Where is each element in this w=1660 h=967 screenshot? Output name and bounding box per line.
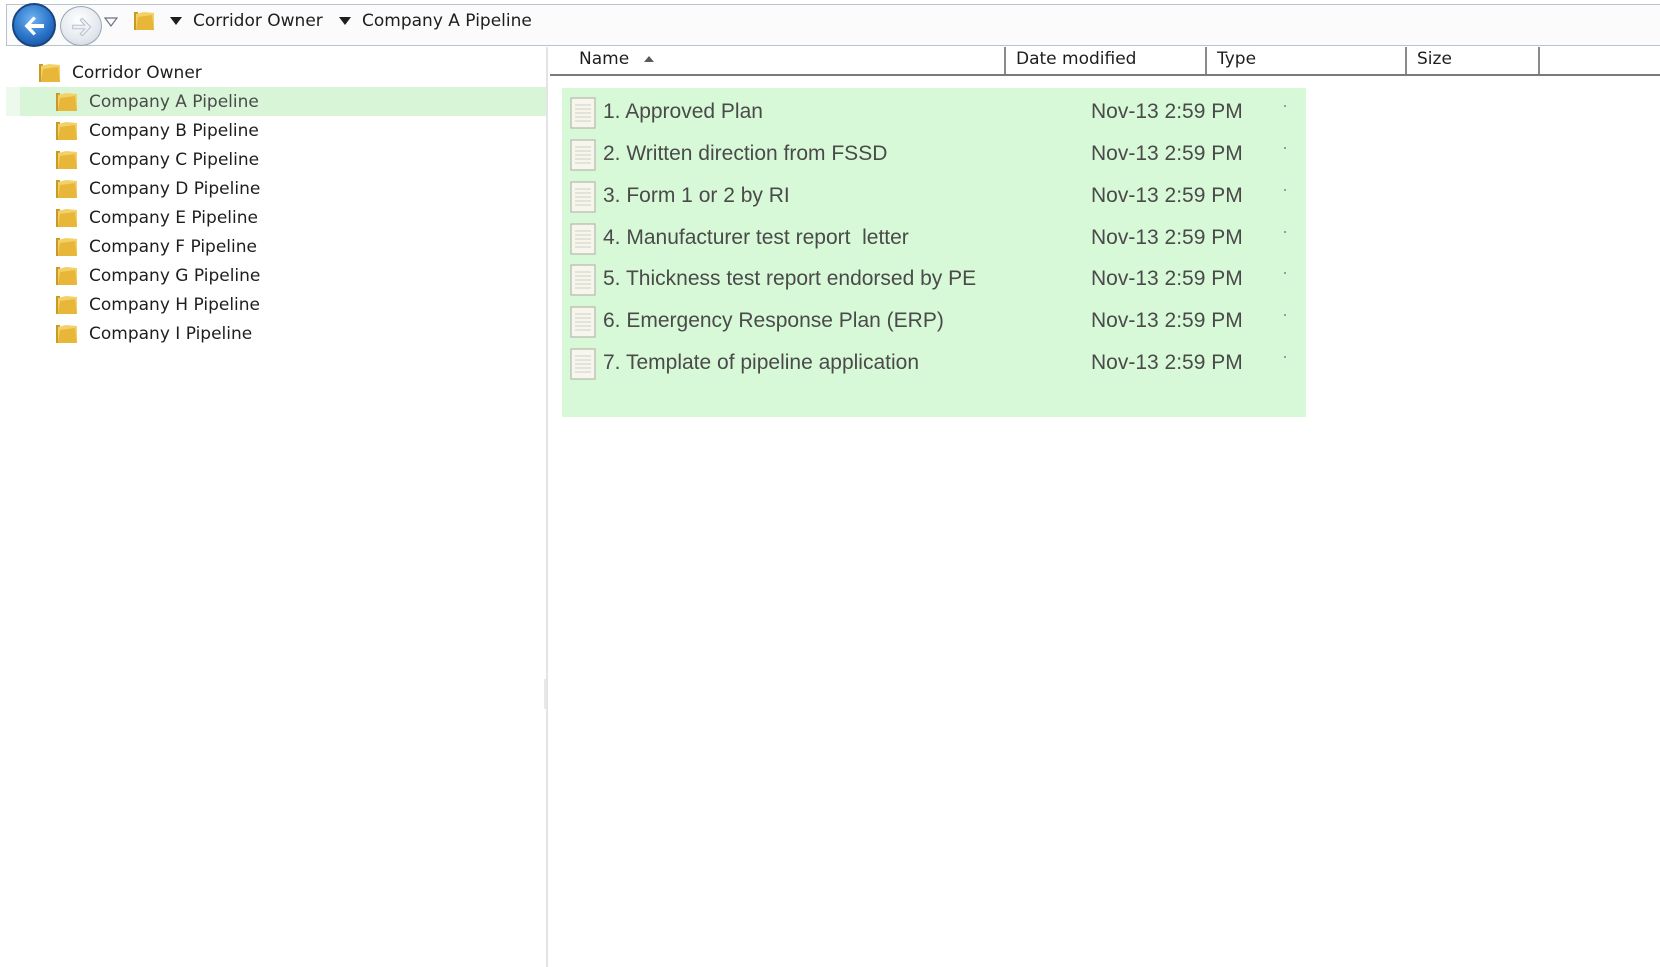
folder-icon bbox=[56, 92, 77, 111]
tree-item-label: Company C Pipeline bbox=[89, 149, 260, 170]
column-divider[interactable] bbox=[1538, 47, 1540, 74]
tree-item-company-e-pipeline[interactable]: Company E Pipeline bbox=[55, 203, 258, 232]
column-name[interactable]: Name bbox=[569, 47, 1005, 74]
file-row[interactable]: 4. Manufacturer test report letter Nov-1… bbox=[562, 219, 1306, 259]
column-name-label: Name bbox=[579, 49, 630, 69]
file-row[interactable]: 5. Thickness test report endorsed by PE … bbox=[562, 260, 1306, 300]
back-arrow-icon bbox=[24, 16, 44, 36]
folder-icon bbox=[56, 266, 77, 285]
pane-splitter[interactable] bbox=[544, 679, 546, 709]
forward-arrow-icon bbox=[72, 17, 92, 37]
column-date-modified[interactable]: Date modified bbox=[1006, 47, 1205, 74]
text-document-icon bbox=[570, 97, 596, 129]
tree-item-company-h-pipeline[interactable]: Company H Pipeline bbox=[55, 290, 260, 319]
type-marker bbox=[1284, 314, 1286, 316]
breadcrumb-company-a-pipeline[interactable]: Company A Pipeline bbox=[362, 11, 532, 31]
file-date-modified: Nov-13 2:59 PM bbox=[1091, 226, 1243, 249]
text-document-icon bbox=[570, 181, 596, 213]
column-type[interactable]: Type bbox=[1207, 47, 1405, 74]
column-date-modified-label: Date modified bbox=[1016, 49, 1137, 69]
folder-icon bbox=[56, 324, 77, 343]
tree-item-company-c-pipeline[interactable]: Company C Pipeline bbox=[55, 145, 259, 174]
folder-icon bbox=[56, 121, 77, 140]
file-name: 1. Approved Plan bbox=[603, 100, 763, 123]
tree-item-label: Company I Pipeline bbox=[89, 323, 253, 344]
folder-icon bbox=[134, 12, 154, 30]
folder-icon bbox=[56, 237, 77, 256]
file-date-modified: Nov-13 2:59 PM bbox=[1091, 309, 1243, 332]
tree-item-label: Company F Pipeline bbox=[89, 236, 257, 257]
file-row[interactable]: 7. Template of pipeline application Nov-… bbox=[562, 344, 1306, 384]
tree-item-company-g-pipeline[interactable]: Company G Pipeline bbox=[55, 261, 260, 290]
folder-icon bbox=[56, 179, 77, 198]
breadcrumb-corridor-owner[interactable]: Corridor Owner bbox=[193, 11, 323, 31]
breadcrumb-chevron-icon[interactable] bbox=[339, 17, 351, 25]
file-name: 2. Written direction from FSSD bbox=[603, 142, 888, 165]
tree-item-company-f-pipeline[interactable]: Company F Pipeline bbox=[55, 232, 257, 261]
selection-gutter bbox=[6, 87, 20, 116]
file-name: 6. Emergency Response Plan (ERP) bbox=[603, 309, 944, 332]
folder-icon bbox=[56, 295, 77, 314]
file-name: 5. Thickness test report endorsed by PE bbox=[603, 267, 977, 290]
breadcrumb-chevron-icon[interactable] bbox=[170, 17, 182, 25]
tree-item-corridor-owner[interactable]: Corridor Owner bbox=[38, 58, 202, 87]
folder-icon bbox=[56, 208, 77, 227]
recent-pages-dropdown-icon[interactable] bbox=[104, 16, 118, 28]
type-marker bbox=[1284, 272, 1286, 274]
type-marker bbox=[1284, 147, 1286, 149]
tree-item-company-d-pipeline[interactable]: Company D Pipeline bbox=[55, 174, 260, 203]
tree-item-label: Company E Pipeline bbox=[89, 207, 258, 228]
tree-item-label: Company D Pipeline bbox=[89, 178, 261, 199]
tree-item-company-i-pipeline[interactable]: Company I Pipeline bbox=[55, 319, 252, 348]
file-date-modified: Nov-13 2:59 PM bbox=[1091, 267, 1243, 290]
file-date-modified: Nov-13 2:59 PM bbox=[1091, 100, 1243, 123]
type-marker bbox=[1284, 356, 1286, 358]
text-document-icon bbox=[570, 264, 596, 296]
file-list-pane: Name Date modified Type Size 1. Approved… bbox=[550, 47, 1660, 967]
column-type-label: Type bbox=[1217, 49, 1257, 69]
file-date-modified: Nov-13 2:59 PM bbox=[1091, 184, 1243, 207]
tree-item-label: Company B Pipeline bbox=[89, 120, 259, 141]
tree-item-label: Company G Pipeline bbox=[89, 265, 261, 286]
text-document-icon bbox=[570, 306, 596, 338]
type-marker bbox=[1284, 105, 1286, 107]
address-bar: Corridor Owner Company A Pipeline bbox=[0, 0, 1660, 47]
file-row[interactable]: 6. Emergency Response Plan (ERP) Nov-13 … bbox=[562, 302, 1306, 342]
column-size[interactable]: Size bbox=[1407, 47, 1538, 74]
file-name: 7. Template of pipeline application bbox=[603, 351, 919, 374]
tree-item-company-b-pipeline[interactable]: Company B Pipeline bbox=[55, 116, 259, 145]
forward-button[interactable] bbox=[60, 6, 102, 46]
sort-ascending-icon bbox=[643, 56, 654, 62]
folder-icon bbox=[56, 150, 77, 169]
tree-item-company-a-pipeline[interactable]: Company A Pipeline bbox=[20, 87, 546, 116]
back-button[interactable] bbox=[12, 3, 56, 47]
type-marker bbox=[1284, 231, 1286, 233]
file-row[interactable]: 3. Form 1 or 2 by RI Nov-13 2:59 PM bbox=[562, 177, 1306, 217]
text-document-icon bbox=[570, 348, 596, 380]
file-name: 3. Form 1 or 2 by RI bbox=[603, 184, 790, 207]
type-marker bbox=[1284, 189, 1286, 191]
folder-icon bbox=[39, 63, 60, 82]
file-date-modified: Nov-13 2:59 PM bbox=[1091, 142, 1243, 165]
text-document-icon bbox=[570, 139, 596, 171]
column-header: Name Date modified Type Size bbox=[550, 47, 1660, 76]
text-document-icon bbox=[570, 223, 596, 255]
file-date-modified: Nov-13 2:59 PM bbox=[1091, 351, 1243, 374]
tree-item-label: Corridor Owner bbox=[72, 62, 202, 83]
file-name: 4. Manufacturer test report letter bbox=[603, 226, 909, 249]
column-size-label: Size bbox=[1417, 49, 1452, 69]
file-row[interactable]: 1. Approved Plan Nov-13 2:59 PM bbox=[562, 93, 1306, 133]
tree-item-label: Company H Pipeline bbox=[89, 294, 260, 315]
file-row[interactable]: 2. Written direction from FSSD Nov-13 2:… bbox=[562, 135, 1306, 175]
tree-item-label: Company A Pipeline bbox=[89, 91, 259, 112]
navigation-pane: Corridor Owner Company A Pipeline Compan… bbox=[0, 47, 548, 967]
